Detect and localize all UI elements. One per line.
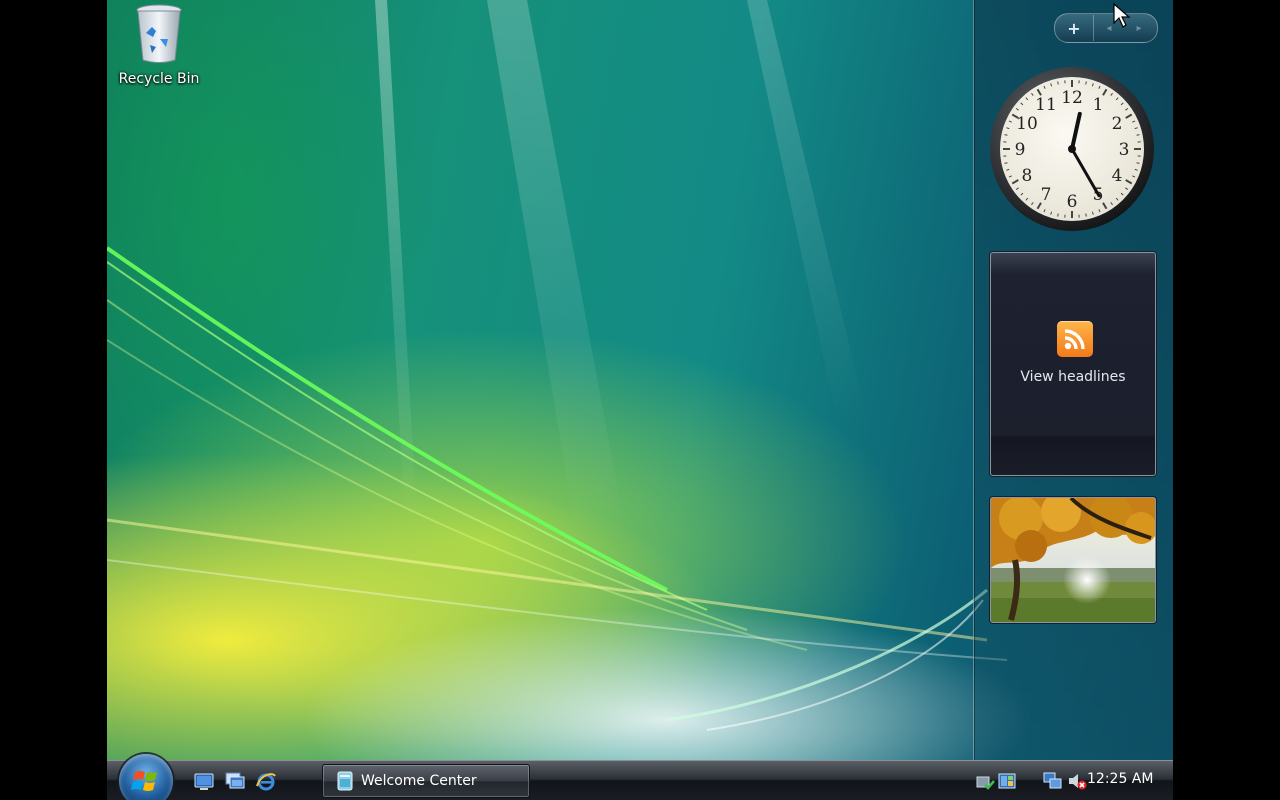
rss-icon xyxy=(1057,321,1093,357)
clock-numeral: 4 xyxy=(1112,166,1123,186)
welcome-center-icon xyxy=(337,771,353,791)
autumn-tree-photo xyxy=(991,498,1155,622)
mouse-pointer-icon xyxy=(1113,3,1131,28)
taskbar-button-label: Welcome Center xyxy=(361,773,477,789)
clock-numeral: 12 xyxy=(1061,88,1083,108)
recycle-bin-icon xyxy=(136,4,182,63)
clock-numeral: 1 xyxy=(1093,95,1104,115)
clock-numeral: 6 xyxy=(1067,192,1078,212)
taskbar: Welcome Center 12:25 AM xyxy=(107,754,1173,800)
clock-numeral: 7 xyxy=(1041,185,1052,205)
clock-numeral: 3 xyxy=(1119,140,1130,160)
start-button[interactable] xyxy=(119,754,173,800)
recycle-bin-label: Recycle Bin xyxy=(118,71,200,87)
screen: Recycle Bin + ◂ ▸ 121234567891011 xyxy=(107,0,1173,800)
clock-numeral: 9 xyxy=(1015,140,1026,160)
desktop-icon-recycle-bin[interactable]: Recycle Bin xyxy=(111,3,207,87)
clock-gadget[interactable]: 121234567891011 xyxy=(989,66,1155,232)
switch-windows-icon[interactable] xyxy=(224,770,246,792)
view-headlines-link[interactable]: View headlines xyxy=(991,369,1155,385)
feed-headlines-gadget[interactable]: View headlines xyxy=(990,252,1156,476)
taskbar-clock[interactable]: 12:25 AM xyxy=(1087,771,1153,787)
network-icon[interactable] xyxy=(1043,771,1063,791)
windows-sidebar-icon[interactable] xyxy=(997,771,1017,791)
slideshow-gadget[interactable] xyxy=(990,497,1156,623)
add-gadget-button[interactable]: + xyxy=(1055,15,1094,41)
internet-explorer-icon[interactable] xyxy=(255,770,277,792)
sidebar-controls: + ◂ ▸ xyxy=(1054,13,1158,43)
clock-center-pin xyxy=(1068,145,1076,153)
show-desktop-icon[interactable] xyxy=(193,770,215,792)
volume-muted-icon[interactable] xyxy=(1067,771,1087,791)
clock-numeral: 2 xyxy=(1112,114,1123,134)
windows-logo-icon xyxy=(131,771,157,791)
clock-numeral: 8 xyxy=(1022,166,1033,186)
notification-area: 12:25 AM xyxy=(967,761,1173,800)
clock-numeral: 10 xyxy=(1016,114,1038,134)
clock-numeral: 11 xyxy=(1035,95,1057,115)
taskbar-button-welcome-center[interactable]: Welcome Center xyxy=(322,764,530,798)
network-check-icon[interactable] xyxy=(975,771,995,791)
